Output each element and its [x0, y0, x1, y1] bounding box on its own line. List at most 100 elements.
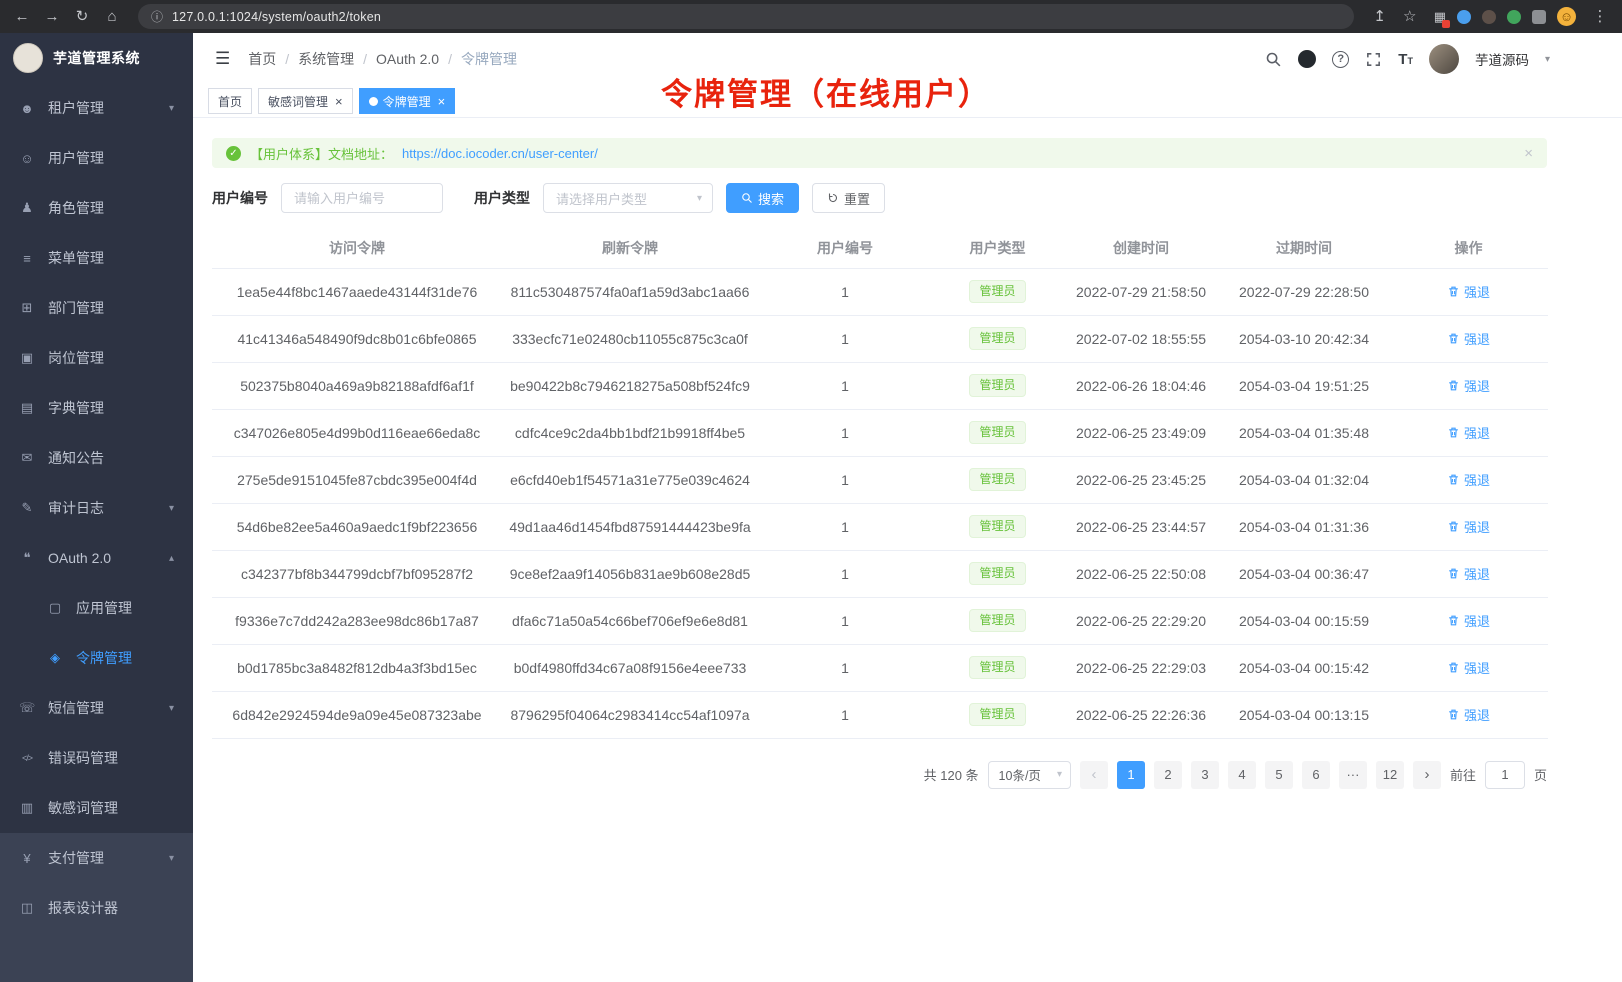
bookmark-star-icon[interactable]: ☆	[1400, 9, 1420, 24]
breadcrumb-separator: /	[363, 51, 367, 67]
reload-icon[interactable]: ↻	[72, 9, 92, 24]
sidebar-item-error-code[interactable]: </> 错误码管理	[0, 733, 193, 783]
page-button[interactable]: ···	[1339, 761, 1367, 789]
force-logout-button[interactable]: 强退	[1447, 376, 1490, 395]
force-logout-button[interactable]: 强退	[1447, 564, 1490, 583]
close-icon[interactable]: ×	[1524, 145, 1533, 162]
table-header-row: 访问令牌 刷新令牌 用户编号 用户类型 创建时间 过期时间 操作	[212, 228, 1548, 268]
user-id-input[interactable]	[281, 183, 443, 213]
extensions-puzzle-icon[interactable]	[1532, 10, 1546, 24]
sidebar-item-oauth[interactable]: ❝ OAuth 2.0 ▴	[0, 533, 193, 583]
back-icon[interactable]: ←	[12, 9, 32, 24]
extension-dark-icon[interactable]	[1482, 10, 1496, 24]
delete-icon	[1447, 614, 1460, 627]
table-row: 54d6be82ee5a460a9aedc1f9bf223656 49d1aa4…	[212, 503, 1548, 550]
sidebar-item-role[interactable]: ♟ 角色管理	[0, 183, 193, 233]
address-bar[interactable]: ⓘ 127.0.0.1:1024/system/oauth2/token	[138, 4, 1354, 29]
search-icon	[741, 192, 753, 204]
cell-user-type: 管理员	[932, 456, 1063, 503]
font-size-icon[interactable]: TT	[1398, 51, 1413, 68]
force-logout-button[interactable]: 强退	[1447, 282, 1490, 301]
success-check-icon: ✓	[226, 146, 241, 161]
sidebar-item-dept[interactable]: ⊞ 部门管理	[0, 283, 193, 333]
breadcrumb-home[interactable]: 首页	[248, 49, 276, 69]
sidebar-item-tenant[interactable]: ☻ 租户管理 ▾	[0, 83, 193, 133]
tenant-icon: ☻	[19, 101, 35, 116]
force-logout-button[interactable]: 强退	[1447, 658, 1490, 677]
cell-user-id: 1	[758, 503, 932, 550]
search-icon[interactable]	[1265, 51, 1282, 68]
force-logout-button[interactable]: 强退	[1447, 329, 1490, 348]
tab-token[interactable]: 令牌管理 ×	[359, 88, 456, 114]
force-logout-button[interactable]: 强退	[1447, 470, 1490, 489]
sidebar-item-oauth-app[interactable]: ▢ 应用管理	[0, 583, 193, 633]
user-type-select[interactable]: 请选择用户类型 ▾	[543, 183, 713, 213]
chevron-down-icon[interactable]: ▾	[1545, 54, 1550, 65]
breadcrumb-oauth[interactable]: OAuth 2.0	[376, 51, 439, 67]
goto-page-input[interactable]	[1485, 761, 1525, 789]
fullscreen-icon[interactable]	[1365, 51, 1382, 68]
sidebar-item-oauth-token[interactable]: ◈ 令牌管理	[0, 633, 193, 683]
col-created-time: 创建时间	[1063, 228, 1219, 268]
extension-grid-icon[interactable]: ▦	[1434, 9, 1446, 25]
cell-access-token: 54d6be82ee5a460a9aedc1f9bf223656	[212, 503, 502, 550]
site-info-icon[interactable]: ⓘ	[151, 8, 163, 25]
sidebar-item-dict[interactable]: ▤ 字典管理	[0, 383, 193, 433]
force-logout-button[interactable]: 强退	[1447, 611, 1490, 630]
sidebar-item-report-designer[interactable]: ◫ 报表设计器	[0, 883, 193, 933]
next-page-button[interactable]: ›	[1413, 761, 1441, 789]
share-icon[interactable]: ↥	[1370, 9, 1390, 24]
browser-menu-icon[interactable]: ⋮	[1590, 9, 1610, 24]
sidebar-item-sensitive-word[interactable]: ▥ 敏感词管理	[0, 783, 193, 833]
goto-label: 前往	[1450, 765, 1476, 784]
page-button[interactable]: 12	[1376, 761, 1404, 789]
reset-button[interactable]: 重置	[812, 183, 885, 213]
app-logo[interactable]: 芋道管理系统	[0, 33, 193, 83]
collapse-sidebar-icon[interactable]: ☰	[206, 49, 239, 69]
github-icon[interactable]	[1298, 50, 1316, 68]
screen: ← → ↻ ⌂ ⓘ 127.0.0.1:1024/system/oauth2/t…	[0, 0, 1622, 982]
help-icon[interactable]: ?	[1332, 51, 1349, 68]
force-logout-button[interactable]: 强退	[1447, 705, 1490, 724]
username[interactable]: 芋道源码	[1475, 49, 1529, 69]
page-button[interactable]: 2	[1154, 761, 1182, 789]
page-button[interactable]: 5	[1265, 761, 1293, 789]
page-button[interactable]: 4	[1228, 761, 1256, 789]
role-icon: ♟	[19, 200, 35, 216]
main-area: 令牌管理（在线用户） ☰ 首页 / 系统管理 / OAuth 2.0 / 令牌管…	[193, 33, 1622, 982]
sidebar-item-sms[interactable]: ☏ 短信管理 ▾	[0, 683, 193, 733]
breadcrumb-system[interactable]: 系统管理	[298, 49, 354, 69]
sidebar-item-notice[interactable]: ✉ 通知公告	[0, 433, 193, 483]
close-icon[interactable]: ×	[438, 95, 446, 108]
force-logout-button[interactable]: 强退	[1447, 423, 1490, 442]
prev-page-button[interactable]: ‹	[1080, 761, 1108, 789]
browser-profile-avatar[interactable]: ☺	[1557, 7, 1576, 26]
tab-home[interactable]: 首页	[208, 88, 252, 114]
extension-green-icon[interactable]	[1507, 10, 1521, 24]
user-avatar[interactable]	[1429, 44, 1459, 74]
home-icon[interactable]: ⌂	[102, 9, 122, 24]
page-button[interactable]: 6	[1302, 761, 1330, 789]
sidebar-item-user[interactable]: ☺ 用户管理	[0, 133, 193, 183]
filter-form: 用户编号 用户类型 请选择用户类型 ▾ 搜索 重置	[212, 183, 1547, 213]
page-button[interactable]: 1	[1117, 761, 1145, 789]
close-icon[interactable]: ×	[335, 95, 343, 108]
sidebar-item-pay[interactable]: ¥ 支付管理 ▾	[0, 833, 193, 883]
doc-link[interactable]: https://doc.iocoder.cn/user-center/	[402, 146, 598, 161]
token-table-body: 1ea5e44f8bc1467aaede43144f31de76 811c530…	[212, 268, 1548, 738]
sidebar-item-post[interactable]: ▣ 岗位管理	[0, 333, 193, 383]
table-row: b0d1785bc3a8482f812db4a3f3bd15ec b0df498…	[212, 644, 1548, 691]
tab-sensitive-word[interactable]: 敏感词管理 ×	[258, 88, 353, 114]
search-button[interactable]: 搜索	[726, 183, 799, 213]
forward-icon[interactable]: →	[42, 9, 62, 24]
active-dot-icon	[369, 97, 378, 106]
user-type-tag: 管理员	[969, 327, 1025, 351]
cell-user-id: 1	[758, 456, 932, 503]
page-size-select[interactable]: 10条/页 ▾	[988, 761, 1071, 789]
page-button[interactable]: 3	[1191, 761, 1219, 789]
extension-blue-icon[interactable]	[1457, 10, 1471, 24]
cell-user-type: 管理员	[932, 409, 1063, 456]
force-logout-button[interactable]: 强退	[1447, 517, 1490, 536]
sidebar-item-menu[interactable]: ≡ 菜单管理	[0, 233, 193, 283]
sidebar-item-audit-log[interactable]: ✎ 审计日志 ▾	[0, 483, 193, 533]
